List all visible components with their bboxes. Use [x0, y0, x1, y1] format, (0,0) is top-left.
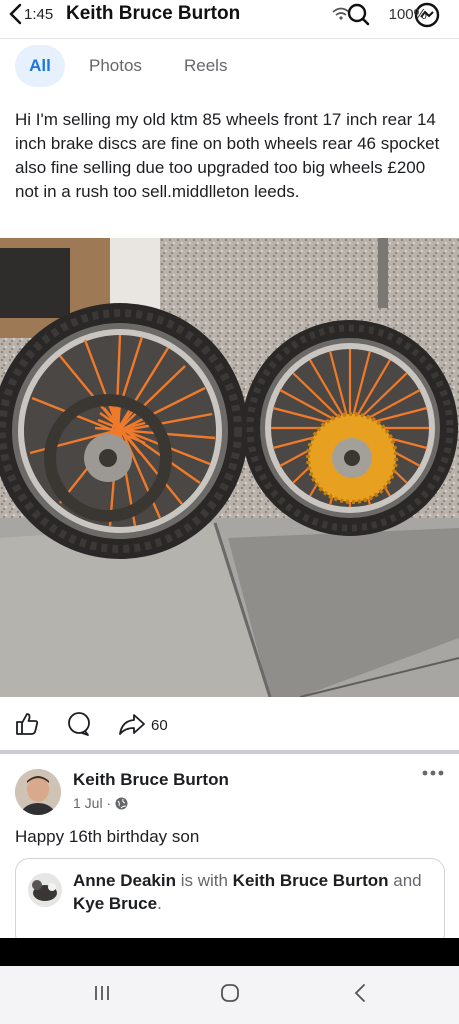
like-icon[interactable]	[14, 711, 40, 737]
system-bar-separator	[0, 938, 459, 966]
tab-reels[interactable]: Reels	[184, 45, 227, 87]
profile-tabs: All Photos Reels	[0, 38, 459, 92]
rear-wheel	[242, 320, 458, 536]
more-options-icon[interactable]	[421, 768, 445, 778]
shared-author-avatar[interactable]	[28, 873, 62, 907]
status-bar: 1:45 Keith Bruce Burton 100%	[0, 0, 459, 30]
search-icon	[347, 3, 370, 26]
tab-photos[interactable]: Photos	[89, 45, 142, 87]
recent-apps-icon[interactable]	[92, 982, 112, 1004]
back-arrow-icon[interactable]	[6, 2, 26, 26]
profile-title: Keith Bruce Burton	[66, 3, 241, 24]
front-wheel	[0, 303, 248, 559]
post-meta: 1 Jul ·	[73, 795, 128, 811]
shared-author-name[interactable]: Anne Deakin	[73, 871, 176, 890]
globe-icon	[115, 797, 128, 810]
tagged-name-2[interactable]: Kye Bruce	[73, 894, 157, 913]
shared-post-header: Anne Deakin is with Keith Bruce Burton a…	[73, 871, 422, 913]
clock: 1:45	[24, 6, 54, 23]
author-name[interactable]: Keith Bruce Burton	[73, 770, 229, 790]
post-text: Hi I'm selling my old ktm 85 wheels fron…	[15, 110, 440, 201]
share-icon[interactable]	[118, 711, 146, 737]
post-card: Keith Bruce Burton 1 Jul · Happy 16th bi…	[0, 754, 459, 948]
shared-post-card[interactable]: Anne Deakin is with Keith Bruce Burton a…	[15, 858, 445, 948]
share-count: 60	[151, 717, 168, 734]
tagged-name-1[interactable]: Keith Bruce Burton	[233, 871, 389, 890]
wifi-icon	[332, 7, 350, 20]
system-nav-bar	[0, 966, 459, 1024]
meta-separator: ·	[106, 795, 116, 811]
home-icon[interactable]	[219, 982, 241, 1004]
comment-icon[interactable]	[66, 711, 92, 737]
post-actions: 60	[0, 706, 459, 746]
wheels-photo	[0, 238, 459, 697]
post-photo[interactable]	[0, 238, 459, 697]
battery-level: 100%	[388, 6, 427, 23]
back-icon[interactable]	[350, 982, 370, 1004]
post2-text: Happy 16th birthday son	[15, 827, 200, 846]
author-avatar[interactable]	[15, 769, 61, 815]
tab-all[interactable]: All	[15, 45, 65, 87]
post-date[interactable]: 1 Jul	[73, 795, 103, 811]
